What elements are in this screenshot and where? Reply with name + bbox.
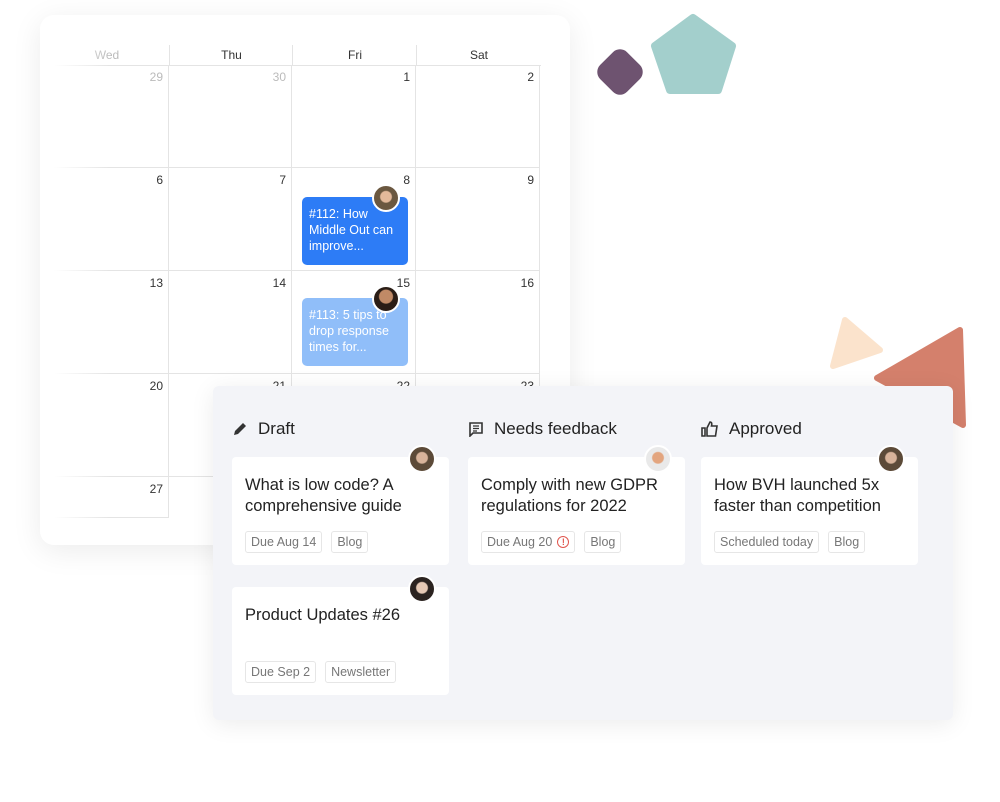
weekday-header: Sat bbox=[416, 45, 541, 66]
tag-label: Blog bbox=[834, 535, 860, 549]
weekday-header: Fri bbox=[292, 45, 417, 66]
user-avatar bbox=[877, 445, 905, 473]
day-number: 7 bbox=[279, 173, 286, 187]
card-tags: Due Aug 14 Blog bbox=[245, 531, 369, 553]
category-tag: Blog bbox=[331, 531, 369, 553]
user-avatar bbox=[644, 445, 672, 473]
calendar-day[interactable]: 9 bbox=[416, 168, 540, 271]
day-number: 8 bbox=[403, 173, 410, 187]
column-title: Needs feedback bbox=[494, 419, 617, 438]
calendar-day[interactable]: 7 bbox=[169, 168, 292, 271]
user-avatar bbox=[408, 445, 436, 473]
content-card[interactable]: Comply with new GDPR regulations for 202… bbox=[468, 457, 685, 565]
card-title: How BVH launched 5x faster than competit… bbox=[714, 476, 881, 515]
tag-label: Due Sep 2 bbox=[251, 665, 311, 679]
day-number: 1 bbox=[403, 70, 410, 84]
peach-triangle bbox=[830, 317, 883, 369]
tag-label: Scheduled today bbox=[720, 535, 814, 549]
calendar-day[interactable]: 1 bbox=[292, 65, 416, 168]
calendar-day[interactable]: 30 bbox=[169, 65, 292, 168]
day-number: 9 bbox=[527, 173, 534, 187]
day-number: 15 bbox=[396, 276, 410, 290]
event-title: #113: 5 tips to drop response times for.… bbox=[309, 308, 389, 354]
calendar-day[interactable]: 14 bbox=[169, 271, 292, 374]
day-number: 14 bbox=[272, 276, 286, 290]
user-avatar bbox=[408, 575, 436, 603]
due-date-tag: Due Aug 14 bbox=[245, 531, 323, 553]
category-tag: Newsletter bbox=[325, 661, 397, 683]
card-tags: Scheduled today Blog bbox=[714, 531, 866, 553]
day-number: 6 bbox=[156, 173, 163, 187]
tag-label: Due Aug 14 bbox=[251, 535, 317, 549]
day-number: 29 bbox=[149, 70, 163, 84]
tag-label: Blog bbox=[337, 535, 363, 549]
content-card[interactable]: What is low code? A comprehensive guide D… bbox=[232, 457, 449, 565]
warning-icon: ! bbox=[557, 536, 570, 548]
column-title: Approved bbox=[729, 419, 802, 438]
category-tag: Blog bbox=[584, 531, 622, 553]
card-title: Comply with new GDPR regulations for 202… bbox=[481, 476, 658, 515]
card-title: What is low code? A comprehensive guide bbox=[245, 476, 402, 515]
calendar-fade bbox=[40, 15, 110, 545]
day-number: 2 bbox=[527, 70, 534, 84]
day-number: 30 bbox=[272, 70, 286, 84]
calendar-day[interactable]: 16 bbox=[416, 271, 540, 374]
due-date-tag: Due Aug 20! bbox=[481, 531, 576, 553]
due-date-tag: Scheduled today bbox=[714, 531, 820, 553]
user-avatar bbox=[372, 285, 400, 313]
kanban-board: Draft What is low code? A comprehensive g… bbox=[213, 386, 953, 720]
card-tags: Due Sep 2 Newsletter bbox=[245, 661, 397, 683]
thumbs-up-icon bbox=[701, 421, 719, 437]
content-card[interactable]: Product Updates #26 Due Sep 2 Newsletter bbox=[232, 587, 449, 695]
day-number: 16 bbox=[520, 276, 534, 290]
calendar-day[interactable]: 2 bbox=[416, 65, 540, 168]
card-title: Product Updates #26 bbox=[245, 606, 401, 624]
weekday-header: Thu bbox=[169, 45, 293, 66]
pencil-icon bbox=[232, 421, 248, 437]
decorative-shapes bbox=[597, 14, 736, 95]
due-date-tag: Due Sep 2 bbox=[245, 661, 317, 683]
diamond-shape bbox=[597, 49, 643, 95]
pentagon-shape bbox=[651, 14, 736, 94]
column-header: Needs feedback bbox=[468, 419, 617, 439]
user-avatar bbox=[372, 184, 400, 212]
tag-label: Blog bbox=[590, 535, 616, 549]
column-header: Draft bbox=[232, 419, 295, 439]
column-title: Draft bbox=[258, 419, 295, 438]
card-tags: Due Aug 20! Blog bbox=[481, 531, 622, 553]
day-number: 13 bbox=[149, 276, 163, 290]
day-number: 27 bbox=[149, 482, 163, 496]
comment-icon bbox=[468, 421, 484, 437]
column-header: Approved bbox=[701, 419, 802, 439]
tag-label: Due Aug 20 bbox=[487, 535, 553, 549]
content-card[interactable]: How BVH launched 5x faster than competit… bbox=[701, 457, 918, 565]
category-tag: Blog bbox=[828, 531, 866, 553]
tag-label: Newsletter bbox=[331, 665, 391, 679]
event-title: #112: How Middle Out can improve... bbox=[309, 207, 394, 253]
day-number: 20 bbox=[149, 379, 163, 393]
